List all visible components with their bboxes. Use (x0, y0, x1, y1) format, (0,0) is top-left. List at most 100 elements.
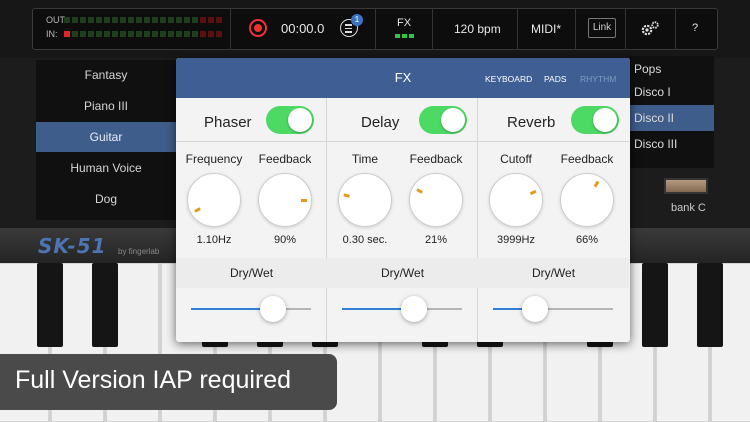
input-level-meter (64, 31, 222, 37)
phaser-feedback-value: 90% (273, 234, 297, 246)
delay-time-value: 0.30 sec. (342, 234, 388, 246)
record-button[interactable] (249, 19, 267, 37)
delay-time-knob[interactable] (338, 173, 392, 227)
meter-segment (128, 31, 134, 37)
black-key[interactable] (697, 263, 723, 347)
phaser-drywet-slider[interactable] (191, 296, 311, 322)
meter-segment (72, 17, 78, 23)
toolbar-divider (517, 8, 518, 50)
phaser-toggle[interactable] (266, 106, 314, 134)
phaser-feedback-knob[interactable] (258, 173, 312, 227)
reverb-section: Reverb Cutoff Feedback 3999Hz 66% Dry/We… (478, 98, 629, 342)
meter-segment (104, 17, 110, 23)
preset-item[interactable]: Piano III (36, 91, 176, 121)
fx-button[interactable]: FX (397, 17, 411, 29)
bank-item[interactable]: Disco III (630, 131, 714, 157)
delay-feedback-knob[interactable] (409, 173, 463, 227)
preset-item[interactable]: Dog (36, 184, 176, 214)
tab-pads[interactable]: PADS (544, 74, 567, 84)
meter-segment (216, 31, 222, 37)
knob-indicator (416, 188, 437, 202)
meter-segment (136, 31, 142, 37)
reverb-feedback-value: 66% (575, 234, 599, 246)
preset-item[interactable]: Fantasy (36, 60, 176, 90)
divider (327, 141, 478, 142)
synth-logo: SK-51 (38, 234, 107, 258)
meter-segment (200, 17, 206, 23)
phaser-title: Phaser (204, 114, 252, 131)
meter-segment (88, 17, 94, 23)
meter-segment (96, 31, 102, 37)
preset-list: Fantasy Piano III Guitar Human Voice Dog (36, 60, 176, 220)
slider-thumb[interactable] (401, 296, 427, 322)
phaser-frequency-value: 1.10Hz (196, 234, 232, 246)
help-button[interactable]: ? (692, 22, 698, 34)
fx-active-indicator (395, 34, 414, 38)
tab-keyboard[interactable]: KEYBOARD (485, 74, 532, 84)
black-key[interactable] (92, 263, 118, 347)
meter-segment (152, 17, 158, 23)
brand-label: by fingerlab (118, 247, 160, 256)
toolbar-divider (230, 8, 231, 50)
bank-item[interactable]: Disco I (630, 79, 714, 105)
slider-thumb[interactable] (522, 296, 548, 322)
meter-segment (160, 31, 166, 37)
phaser-feedback-label: Feedback (258, 152, 312, 166)
toolbar: OUT: IN: 00:00.0 1 FX 120 bpm MIDI* Link… (0, 0, 750, 58)
bpm-button[interactable]: 120 bpm (454, 22, 501, 36)
meter-segment (152, 31, 158, 37)
reverb-title: Reverb (507, 114, 556, 131)
phaser-frequency-label: Frequency (185, 152, 243, 166)
link-button[interactable]: Link (588, 18, 616, 38)
meter-segment (176, 31, 182, 37)
bank-selector-switch[interactable] (664, 178, 708, 194)
reverb-toggle[interactable] (571, 106, 619, 134)
meter-segment (184, 17, 190, 23)
meter-segment (104, 31, 110, 37)
meter-segment (208, 17, 214, 23)
meter-segment (120, 31, 126, 37)
meter-segment (184, 31, 190, 37)
meter-segment (144, 17, 150, 23)
preset-item-selected[interactable]: Guitar (36, 122, 176, 152)
meter-segment (80, 17, 86, 23)
bank-item-selected[interactable]: Disco II (630, 105, 714, 131)
meter-segment (96, 17, 102, 23)
delay-toggle[interactable] (419, 106, 467, 134)
black-key[interactable] (37, 263, 63, 347)
knob-indicator (194, 199, 215, 213)
tab-rhythm[interactable]: RHYTHM (580, 74, 616, 84)
delay-drywet-slider[interactable] (342, 296, 462, 322)
slider-thumb[interactable] (259, 296, 286, 322)
meter-segment (64, 31, 70, 37)
delay-title: Delay (361, 114, 400, 131)
meter-segment (72, 31, 78, 37)
meter-segment (160, 17, 166, 23)
toolbar-divider (675, 8, 676, 50)
meter-segment (136, 17, 142, 23)
reverb-feedback-label: Feedback (560, 152, 614, 166)
settings-gear-icon[interactable] (640, 20, 660, 38)
fx-panel-header: FX KEYBOARD PADS RHYTHM (176, 58, 630, 98)
knob-indicator (285, 198, 307, 202)
delay-time-label: Time (351, 152, 379, 166)
iap-banner-text: Full Version IAP required (15, 366, 292, 394)
reverb-drywet-slider[interactable] (493, 296, 613, 322)
meter-segment (112, 31, 118, 37)
reverb-cutoff-knob[interactable] (489, 173, 543, 227)
preset-item[interactable]: Human Voice (36, 153, 176, 183)
knob-indicator (586, 180, 600, 201)
bank-list: Pops Disco I Disco II Disco III (630, 56, 714, 168)
meter-segment (192, 17, 198, 23)
iap-banner: Full Version IAP required (0, 354, 337, 410)
phaser-frequency-knob[interactable] (187, 173, 241, 227)
meter-segment (88, 31, 94, 37)
delay-section: Delay Time Feedback 0.30 sec. 21% Dry/We… (327, 98, 478, 342)
phaser-section: Phaser Frequency Feedback 1.10Hz 90% Dry… (176, 98, 327, 342)
meter-segment (64, 17, 70, 23)
midi-button[interactable]: MIDI* (531, 22, 561, 36)
reverb-feedback-knob[interactable] (560, 173, 614, 227)
black-key[interactable] (642, 263, 668, 347)
toolbar-divider (625, 8, 626, 50)
meter-segment (112, 17, 118, 23)
